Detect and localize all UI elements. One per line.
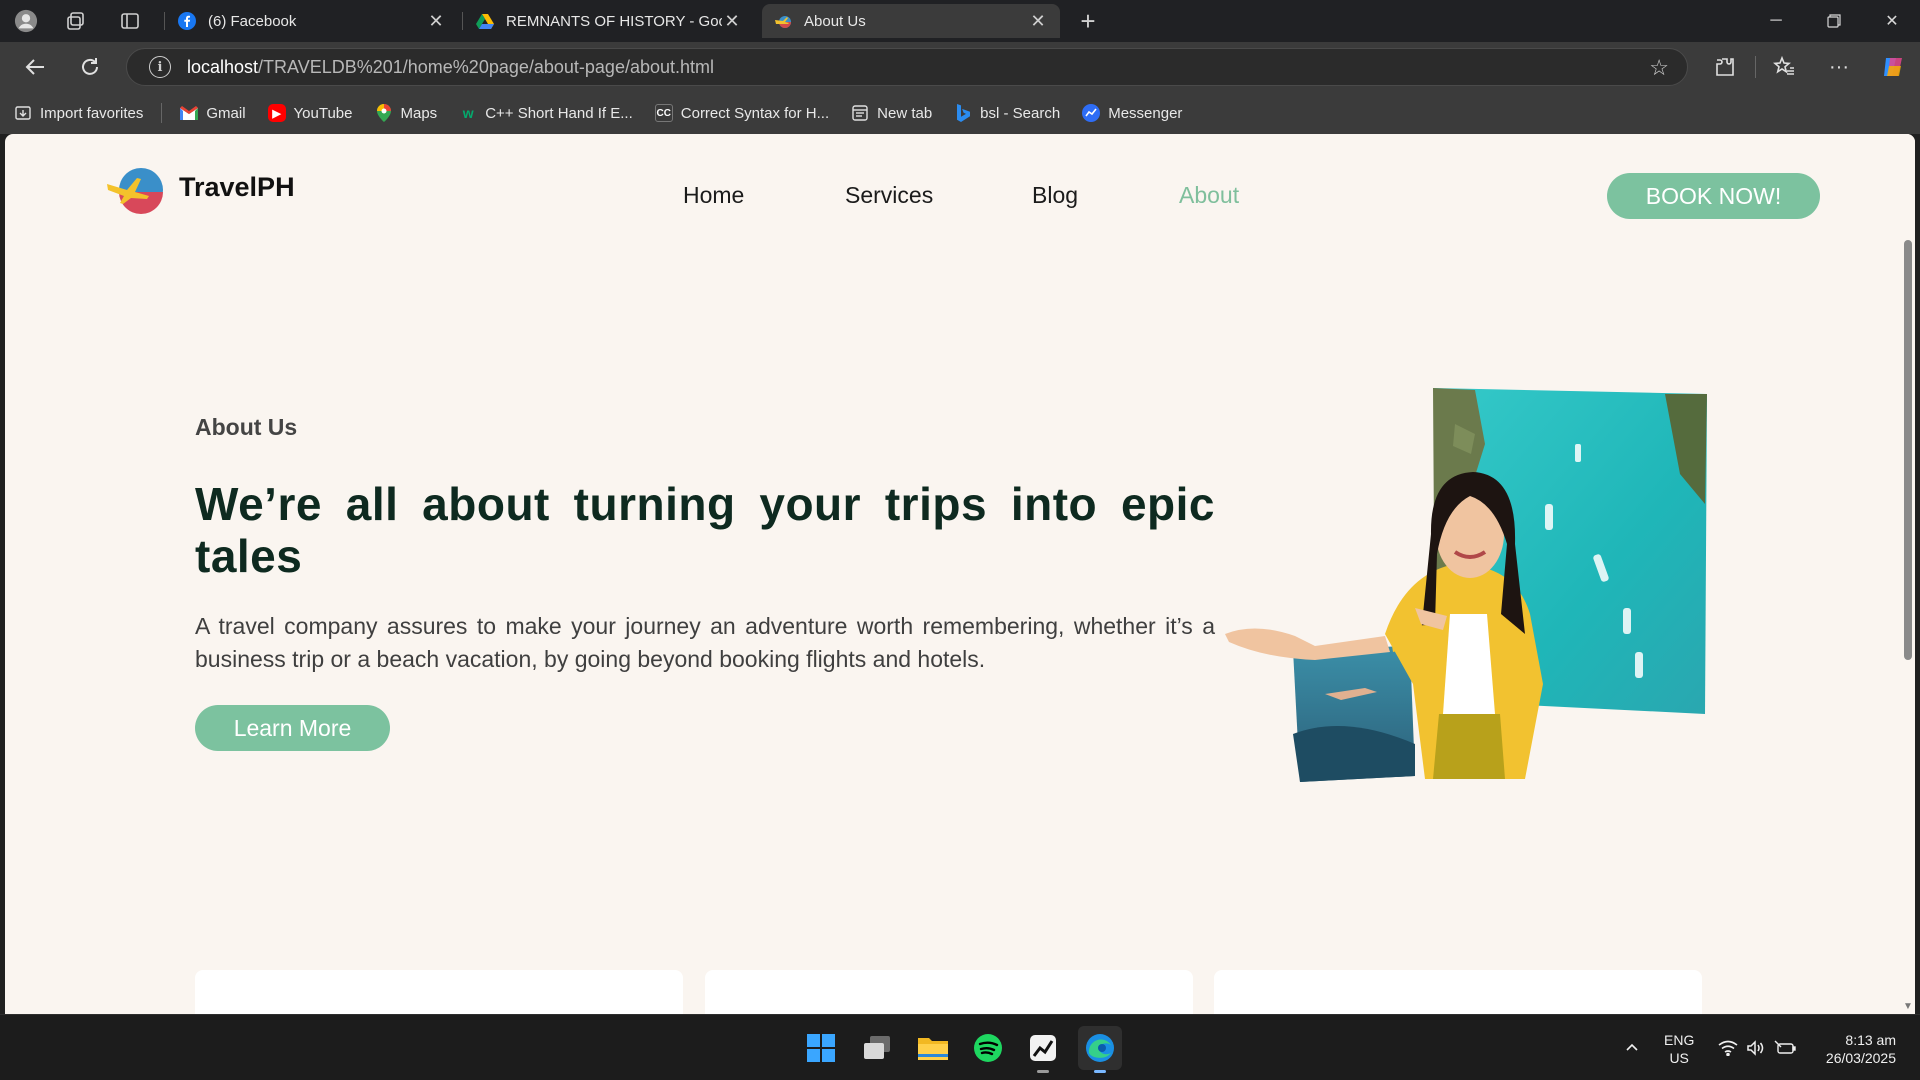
bookmark-import-favorites[interactable]: Import favorites [14, 104, 143, 122]
close-icon[interactable]: ✕ [722, 11, 742, 32]
nav-blog[interactable]: Blog [1032, 182, 1078, 209]
hero-headline: We’re all about turning your trips into … [195, 478, 1215, 582]
tab-title: About Us [804, 12, 866, 30]
info-card [195, 970, 683, 1014]
youtube-icon: ▶ [267, 104, 286, 122]
w3schools-icon: w [462, 105, 474, 121]
refresh-icon[interactable] [77, 54, 103, 80]
profile-icon[interactable] [14, 9, 38, 33]
tab-google-drive[interactable]: REMNANTS OF HISTORY - Google Drive ✕ [464, 4, 754, 38]
bookmark-cpp-shorthand[interactable]: w C++ Short Hand If E... [459, 104, 633, 122]
tab-title: (6) Facebook [208, 12, 297, 30]
close-window-icon[interactable]: ✕ [1864, 0, 1920, 42]
google-drive-icon [476, 14, 494, 29]
volume-icon[interactable] [1746, 1015, 1766, 1080]
favorite-star-icon[interactable]: ☆ [1649, 55, 1669, 81]
more-options-icon[interactable]: ··· [1826, 54, 1852, 80]
section-eyebrow: About Us [195, 414, 298, 440]
messenger-icon [1082, 104, 1101, 122]
spotify-icon[interactable] [969, 1029, 1007, 1067]
favorites-icon[interactable] [1771, 54, 1797, 80]
tab-facebook[interactable]: (6) Facebook ✕ [166, 4, 458, 38]
bookmarks-bar: Import favorites Gmail ▶ YouTube Maps w … [0, 92, 1920, 134]
book-now-button[interactable]: BOOK NOW! [1607, 173, 1820, 219]
stock-app-icon[interactable] [1024, 1029, 1062, 1073]
tab-bar: (6) Facebook ✕ REMNANTS OF HISTORY - Goo… [0, 0, 1920, 42]
file-explorer-icon[interactable] [914, 1029, 952, 1067]
bookmark-messenger[interactable]: Messenger [1082, 104, 1182, 122]
edge-browser-icon[interactable] [1078, 1026, 1122, 1073]
minimize-icon[interactable]: ─ [1748, 0, 1804, 42]
scroll-down-icon[interactable]: ▼ [1903, 1001, 1913, 1012]
hero-collage-image [1225, 388, 1707, 782]
nav-about[interactable]: About [1179, 182, 1239, 209]
windows-start-icon[interactable] [802, 1029, 840, 1067]
close-icon[interactable]: ✕ [1028, 11, 1048, 32]
show-hidden-icons[interactable] [1624, 1015, 1640, 1080]
newtab-icon [851, 104, 869, 122]
system-clock[interactable]: 8:13 am 26/03/2025 [1826, 1031, 1896, 1067]
travelph-favicon [775, 16, 791, 28]
page-viewport: TravelPH Home Services Blog About BOOK N… [5, 134, 1915, 1014]
maps-icon [375, 104, 393, 122]
bookmark-youtube[interactable]: ▶ YouTube [267, 104, 353, 122]
bookmark-gmail[interactable]: Gmail [180, 104, 246, 122]
page-scrollbar[interactable]: ▼ [1901, 134, 1915, 1014]
travelph-logo-icon [107, 168, 163, 214]
copilot-icon[interactable] [1880, 54, 1906, 80]
bookmark-new-tab[interactable]: New tab [851, 104, 932, 122]
windows-taskbar: ENG US 8:13 am 26/03/2025 [0, 1014, 1920, 1080]
tab-title: REMNANTS OF HISTORY - Google Drive [506, 12, 722, 30]
battery-icon[interactable] [1774, 1015, 1796, 1080]
url-text: localhost/TRAVELDB%201/home%20page/about… [187, 56, 715, 77]
info-card [1214, 970, 1702, 1014]
address-bar-row: i localhost/TRAVELDB%201/home%20page/abo… [0, 42, 1920, 92]
close-icon[interactable]: ✕ [426, 11, 446, 32]
scrollbar-thumb[interactable] [1904, 240, 1912, 660]
bookmark-maps[interactable]: Maps [375, 104, 437, 122]
wifi-icon[interactable] [1718, 1015, 1738, 1080]
vertical-tabs-icon[interactable] [118, 9, 142, 33]
workspaces-icon[interactable] [64, 9, 88, 33]
new-tab-icon[interactable]: + [1076, 6, 1100, 36]
bookmark-bsl-search[interactable]: bsl - Search [954, 104, 1060, 122]
gmail-icon [180, 104, 199, 122]
info-card [705, 970, 1193, 1014]
bing-icon [954, 104, 972, 122]
site-logo[interactable]: TravelPH [105, 164, 295, 216]
site-info-icon[interactable]: i [149, 56, 171, 78]
cc-icon: CC [654, 104, 673, 122]
nav-home[interactable]: Home [683, 182, 744, 209]
brand-name: TravelPH [179, 171, 295, 202]
restore-icon[interactable] [1806, 0, 1862, 42]
facebook-icon [178, 12, 196, 30]
back-icon[interactable] [22, 54, 48, 80]
extensions-icon[interactable] [1712, 54, 1738, 80]
address-input[interactable]: i localhost/TRAVELDB%201/home%20page/abo… [126, 48, 1688, 86]
bookmark-correct-syntax[interactable]: CC Correct Syntax for H... [654, 104, 829, 122]
task-view-icon[interactable] [858, 1029, 896, 1067]
nav-services[interactable]: Services [845, 182, 933, 209]
import-icon [14, 104, 32, 122]
learn-more-button[interactable]: Learn More [195, 705, 390, 751]
tab-about-us[interactable]: About Us ✕ [762, 4, 1060, 38]
language-indicator[interactable]: ENG US [1664, 1031, 1694, 1067]
hero-description: A travel company assures to make your jo… [195, 613, 1215, 672]
